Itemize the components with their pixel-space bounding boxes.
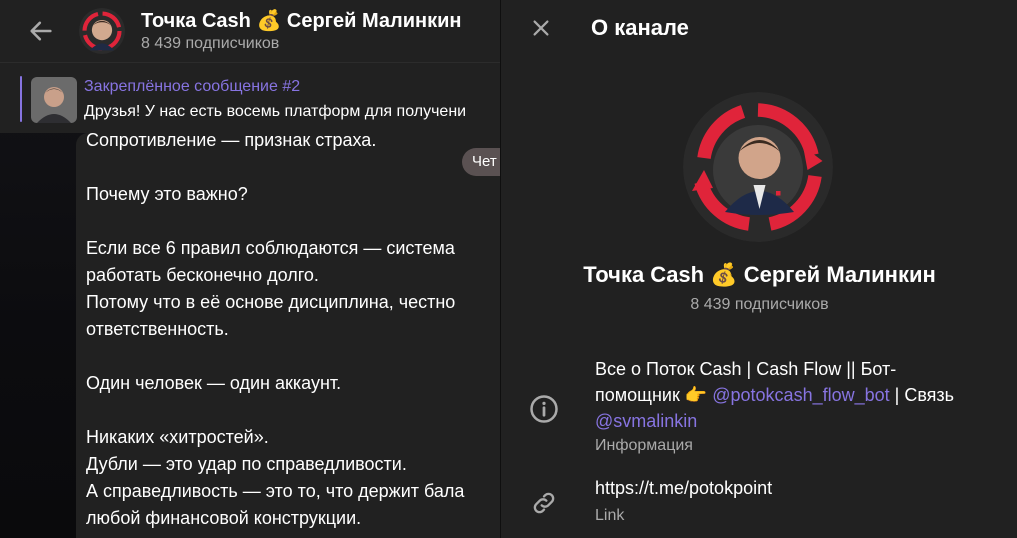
channel-avatar[interactable] — [79, 8, 125, 54]
chat-title: Точка Cash 💰 Сергей Малинкин — [141, 10, 462, 32]
description-text-2: | Связь — [889, 385, 955, 405]
chat-header[interactable]: Точка Cash 💰 Сергей Малинкин 8 439 подпи… — [0, 0, 500, 62]
channel-description[interactable]: Все о Поток Cash | Cash Flow || Бот-помо… — [595, 356, 955, 434]
back-button[interactable] — [19, 9, 63, 53]
info-title: О канале — [591, 15, 689, 40]
pinned-message-bar[interactable]: Закреплённое сообщение #2 Друзья! У нас … — [0, 62, 500, 133]
floating-date-chip[interactable]: Чет — [462, 148, 500, 176]
link-icon — [529, 488, 559, 518]
post-text: Сопротивление — признак страха. Почему э… — [86, 127, 464, 532]
arrow-left-icon — [30, 21, 52, 41]
post-line: любой финансовой конструкции. — [86, 508, 362, 528]
post-line: А справедливость — это то, что держит ба… — [86, 481, 465, 501]
close-icon — [533, 20, 549, 36]
channel-name: Точка Cash 💰 Сергей Малинкин — [583, 262, 936, 287]
channel-info-panel: О канале Точка Cash 💰 Сергей Малинкин 8 … — [500, 0, 1017, 538]
pinned-thumbnail — [31, 77, 77, 123]
post-line: Почему это важно? — [86, 184, 248, 204]
close-button[interactable] — [521, 8, 561, 48]
pinned-preview: Друзья! У нас есть восемь платформ для п… — [84, 103, 467, 120]
channel-link[interactable]: https://t.me/potokpoint — [595, 478, 772, 499]
post-line: Никаких «хитростей». — [86, 427, 269, 447]
pinned-indicator — [20, 76, 22, 122]
pinned-title: Закреплённое сообщение #2 — [84, 78, 301, 95]
channel-subscribers: 8 439 подписчиков — [690, 296, 829, 313]
info-header: О канале — [501, 0, 1017, 56]
link-caption: Link — [595, 507, 625, 524]
post-line: Один человек — один аккаунт. — [86, 373, 342, 393]
chat-pane: Сопротивление — признак страха. Почему э… — [0, 0, 500, 538]
chat-subscribers: 8 439 подписчиков — [141, 35, 280, 52]
post-line: Потому что в её основе дисциплина, честн… — [86, 292, 456, 312]
bot-mention-link[interactable]: @potokcash_flow_bot — [712, 385, 889, 405]
contact-mention-link[interactable]: @svmalinkin — [595, 411, 697, 431]
channel-avatar-large[interactable] — [683, 92, 833, 242]
post-line: Дубли — это удар по справедливости. — [86, 454, 407, 474]
description-caption: Информация — [595, 437, 693, 454]
channel-post[interactable]: Сопротивление — признак страха. Почему э… — [76, 130, 500, 538]
post-line: ответственность. — [86, 319, 229, 339]
post-line: Если все 6 правил соблюдаются — система — [86, 238, 455, 258]
info-icon — [529, 394, 559, 424]
post-line: работать бесконечно долго. — [86, 265, 319, 285]
